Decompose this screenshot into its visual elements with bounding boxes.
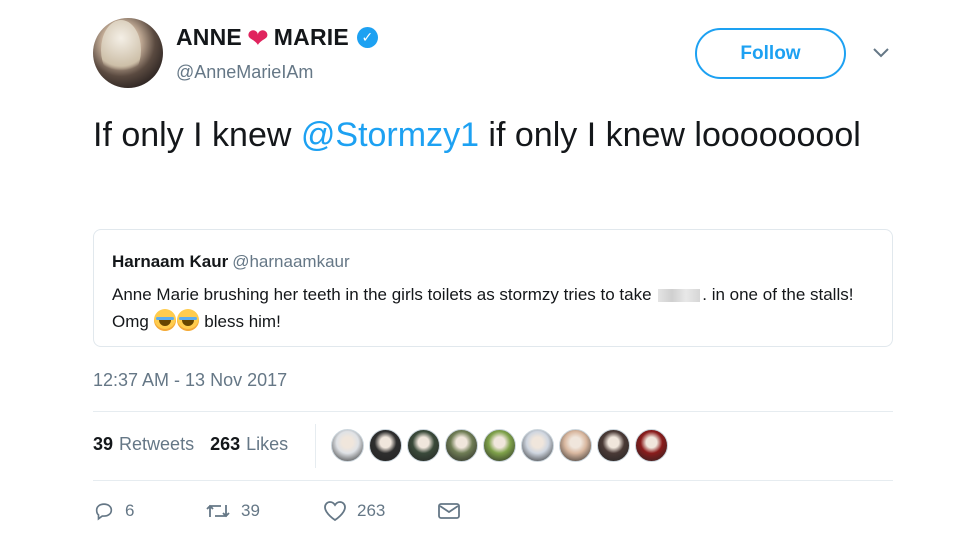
- likes-label[interactable]: Likes: [246, 434, 288, 455]
- author-name-part2[interactable]: MARIE: [274, 24, 349, 51]
- joy-emoji-icon: [153, 309, 176, 331]
- liker-avatars: [331, 429, 668, 462]
- verified-badge-icon: ✓: [356, 27, 378, 48]
- stats-divider: [315, 424, 316, 468]
- direct-message-button[interactable]: [437, 501, 461, 521]
- mention-link[interactable]: @Stormzy1: [301, 116, 479, 154]
- author-name-part1[interactable]: ANNE: [176, 24, 242, 51]
- reply-count: 6: [125, 501, 135, 520]
- author-avatar[interactable]: [93, 18, 163, 88]
- tweet-actions: 6 39 263: [93, 500, 461, 522]
- quoted-tweet[interactable]: Harnaam Kaur @harnaamkaur Anne Marie brus…: [93, 229, 893, 347]
- liker-avatar-9[interactable]: [635, 429, 668, 462]
- quoted-author-name: Harnaam Kaur: [112, 252, 229, 271]
- liker-avatar-2[interactable]: [369, 429, 402, 462]
- likes-count[interactable]: 263: [210, 434, 240, 455]
- liker-avatar-6[interactable]: [521, 429, 554, 462]
- liker-avatar-5[interactable]: [483, 429, 516, 462]
- reply-icon: [95, 503, 113, 521]
- like-button[interactable]: 263: [323, 500, 437, 522]
- chevron-down-icon[interactable]: [870, 42, 892, 64]
- divider: [93, 411, 893, 412]
- tweet-card: ANNE ❤ MARIE ✓ @AnneMarieIAm Follow If o…: [0, 0, 976, 549]
- quoted-tweet-header: Harnaam Kaur @harnaamkaur: [112, 252, 350, 272]
- retweet-icon: [206, 504, 230, 518]
- liker-avatar-1[interactable]: [331, 429, 364, 462]
- tweet-text-after: if only I knew looooooool: [478, 116, 861, 154]
- divider: [93, 480, 893, 481]
- tweet-stats: 39 Retweets 263 Likes: [93, 434, 288, 455]
- retweet-button[interactable]: 39: [205, 500, 323, 522]
- joy-emoji-icon: [176, 309, 199, 331]
- quoted-text-part3: bless him!: [199, 312, 281, 331]
- follow-button[interactable]: Follow: [695, 28, 846, 79]
- blurred-image: [658, 289, 701, 303]
- author-handle[interactable]: @AnneMarieIAm: [176, 62, 313, 83]
- like-count: 263: [357, 501, 386, 520]
- retweets-count[interactable]: 39: [93, 434, 113, 455]
- reply-button[interactable]: 6: [93, 500, 205, 522]
- tweet-text-before: If only I knew: [93, 116, 301, 154]
- retweet-count: 39: [241, 501, 260, 520]
- tweet-text: If only I knew @Stormzy1 if only I knew …: [93, 112, 893, 158]
- liker-avatar-4[interactable]: [445, 429, 478, 462]
- author-name-row[interactable]: ANNE ❤ MARIE ✓: [176, 24, 378, 51]
- liker-avatar-8[interactable]: [597, 429, 630, 462]
- quoted-tweet-text: Anne Marie brushing her teeth in the gir…: [112, 281, 882, 335]
- liker-avatar-7[interactable]: [559, 429, 592, 462]
- quoted-text-part1: Anne Marie brushing her teeth in the gir…: [112, 285, 657, 304]
- heart-outline-icon: [324, 501, 346, 522]
- envelope-icon: [438, 503, 460, 519]
- heart-icon: ❤: [246, 22, 269, 53]
- liker-avatar-3[interactable]: [407, 429, 440, 462]
- retweets-label[interactable]: Retweets: [119, 434, 194, 455]
- tweet-timestamp[interactable]: 12:37 AM - 13 Nov 2017: [93, 370, 287, 391]
- quoted-author-handle: @harnaamkaur: [232, 252, 350, 271]
